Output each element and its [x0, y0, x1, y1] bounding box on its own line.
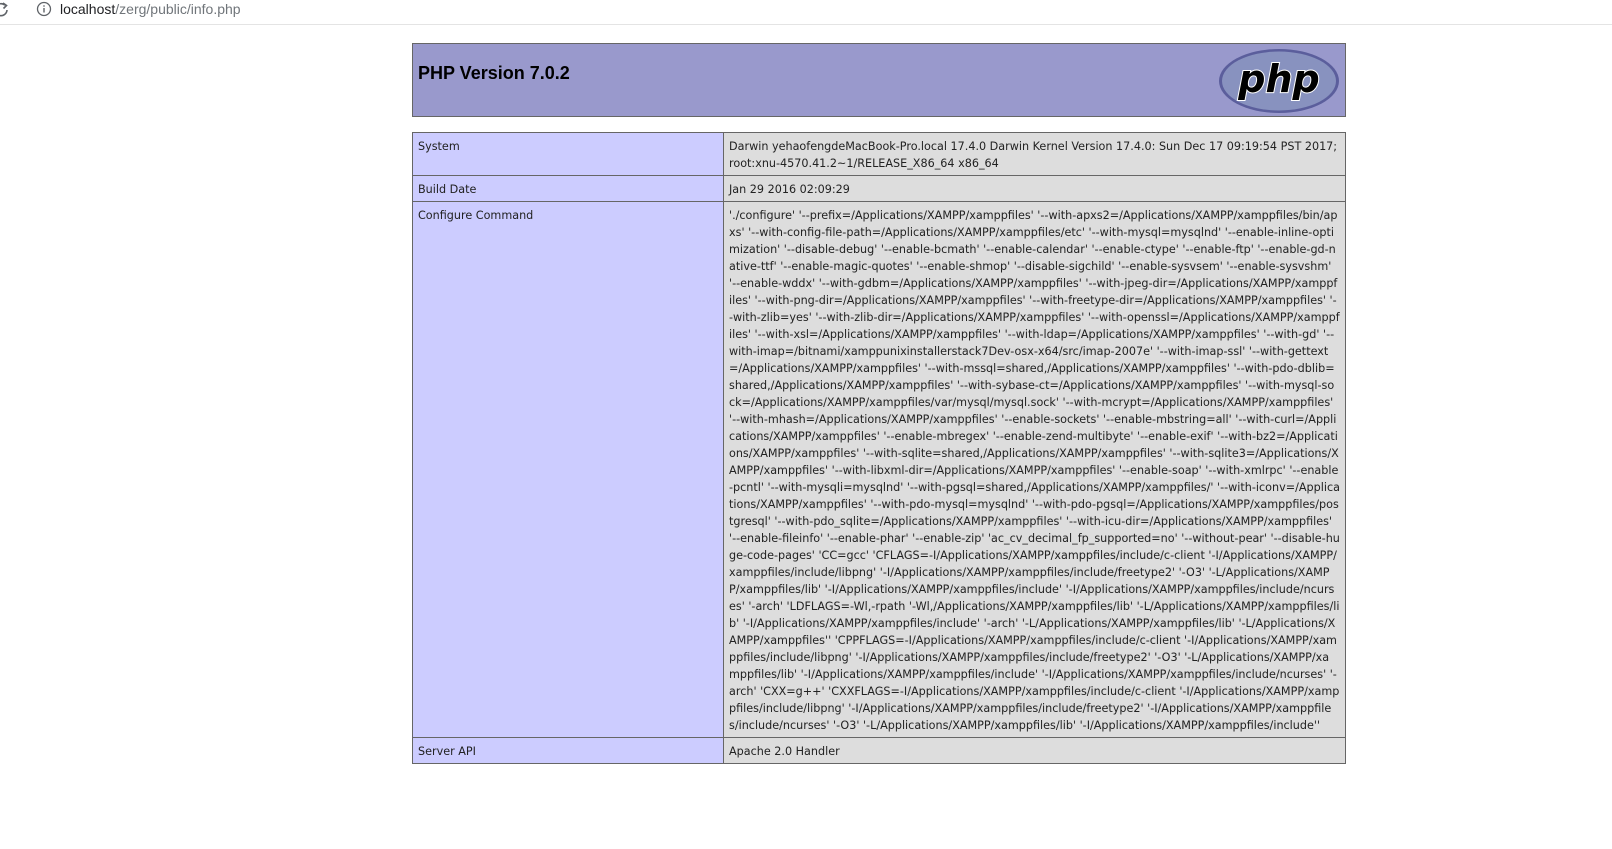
row-value: Jan 29 2016 02:09:29	[723, 175, 1346, 202]
url-host: localhost	[60, 1, 116, 17]
url-path: /zerg/public/info.php	[115, 1, 241, 17]
row-value: './configure' '--prefix=/Applications/XA…	[723, 201, 1346, 738]
address-bar[interactable]: localhost/zerg/public/info.php	[0, 0, 1612, 25]
row-value: Darwin yehaofengdeMacBook-Pro.local 17.4…	[723, 132, 1346, 176]
table-row: Configure Command './configure' '--prefi…	[412, 201, 1346, 738]
phpinfo-container: PHP Version 7.0.2 php php System Darwin …	[412, 43, 1346, 764]
php-logo[interactable]: php php	[1218, 48, 1340, 114]
url-field[interactable]: localhost/zerg/public/info.php	[60, 0, 241, 18]
php-logo-text: php	[1237, 57, 1319, 101]
row-value: Apache 2.0 Handler	[723, 737, 1346, 764]
row-key: Configure Command	[412, 201, 724, 738]
table-row: Build Date Jan 29 2016 02:09:29	[412, 175, 1346, 202]
row-key: Build Date	[412, 175, 724, 202]
table-row: Server API Apache 2.0 Handler	[412, 737, 1346, 764]
reload-icon[interactable]	[0, 1, 10, 19]
row-key: System	[412, 132, 724, 176]
info-icon[interactable]	[36, 1, 52, 17]
phpinfo-header: PHP Version 7.0.2 php php	[412, 43, 1346, 117]
info-table: System Darwin yehaofengdeMacBook-Pro.loc…	[412, 132, 1346, 764]
table-row: System Darwin yehaofengdeMacBook-Pro.loc…	[412, 132, 1346, 176]
page-title: PHP Version 7.0.2	[418, 63, 570, 83]
row-key: Server API	[412, 737, 724, 764]
